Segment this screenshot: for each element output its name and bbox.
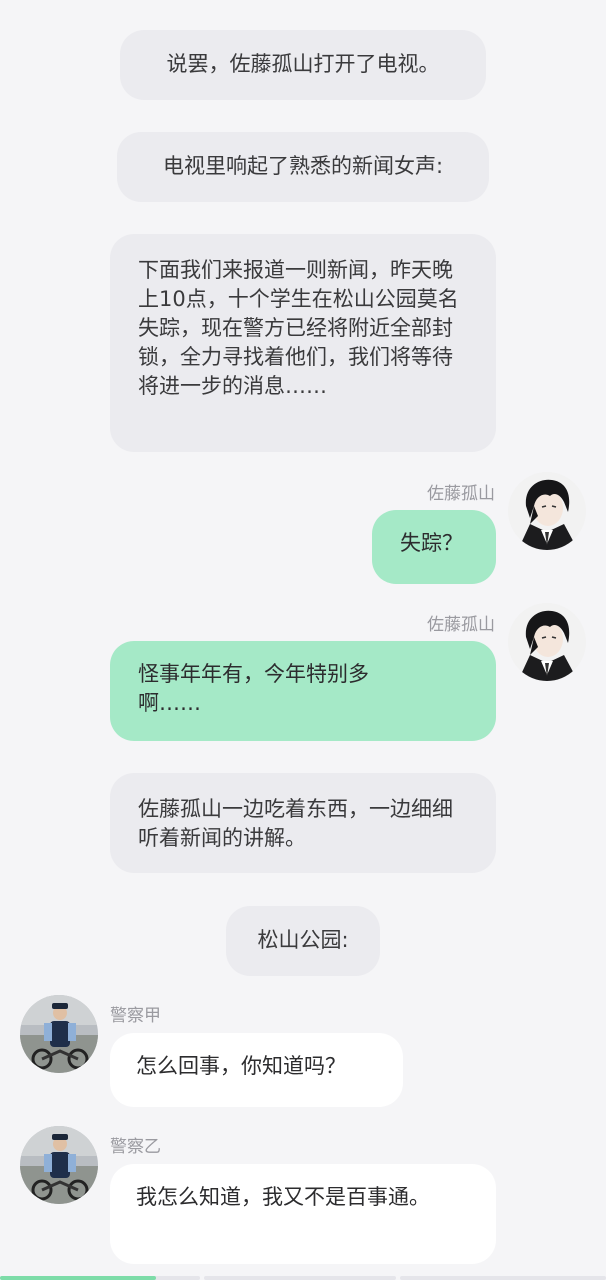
- police-officer-photo-avatar-icon: [20, 1126, 98, 1204]
- scene-narration-bubble: 松山公园:: [226, 906, 380, 976]
- chat-story-view[interactable]: 说罢，佐藤孤山打开了电视。 电视里响起了熟悉的新闻女声: 下面我们来报道一则新闻…: [0, 0, 606, 1276]
- other-message-bubble: 我怎么知道，我又不是百事通。: [110, 1164, 496, 1264]
- sender-name: 警察乙: [110, 1137, 161, 1157]
- narration-bubble: 说罢，佐藤孤山打开了电视。: [120, 30, 486, 100]
- story-progress-bar: [0, 1276, 606, 1280]
- narration-bubble-news: 下面我们来报道一则新闻，昨天晚上10点，十个学生在松山公园莫名失踪，现在警方已经…: [110, 234, 496, 452]
- narration-bubble: 电视里响起了熟悉的新闻女声:: [117, 132, 489, 202]
- self-avatar[interactable]: [508, 472, 586, 550]
- progress-segment: [204, 1276, 396, 1280]
- sender-name: 警察甲: [110, 1006, 161, 1026]
- sender-name: 佐藤孤山: [427, 615, 495, 635]
- police-officer-photo-avatar-icon: [20, 995, 98, 1073]
- police-avatar[interactable]: [20, 995, 98, 1073]
- sender-name: 佐藤孤山: [427, 484, 495, 504]
- police-avatar[interactable]: [20, 1126, 98, 1204]
- narration-bubble: 佐藤孤山一边吃着东西，一边细细听着新闻的讲解。: [110, 773, 496, 873]
- progress-segment: [400, 1276, 606, 1280]
- progress-fill: [0, 1276, 156, 1280]
- self-message-bubble: 怪事年年有，今年特别多啊……: [110, 641, 496, 741]
- anime-character-avatar-icon: [508, 603, 586, 681]
- self-message-bubble: 失踪？: [372, 510, 496, 584]
- anime-character-avatar-icon: [508, 472, 586, 550]
- self-avatar[interactable]: [508, 603, 586, 681]
- other-message-bubble: 怎么回事，你知道吗？: [110, 1033, 403, 1107]
